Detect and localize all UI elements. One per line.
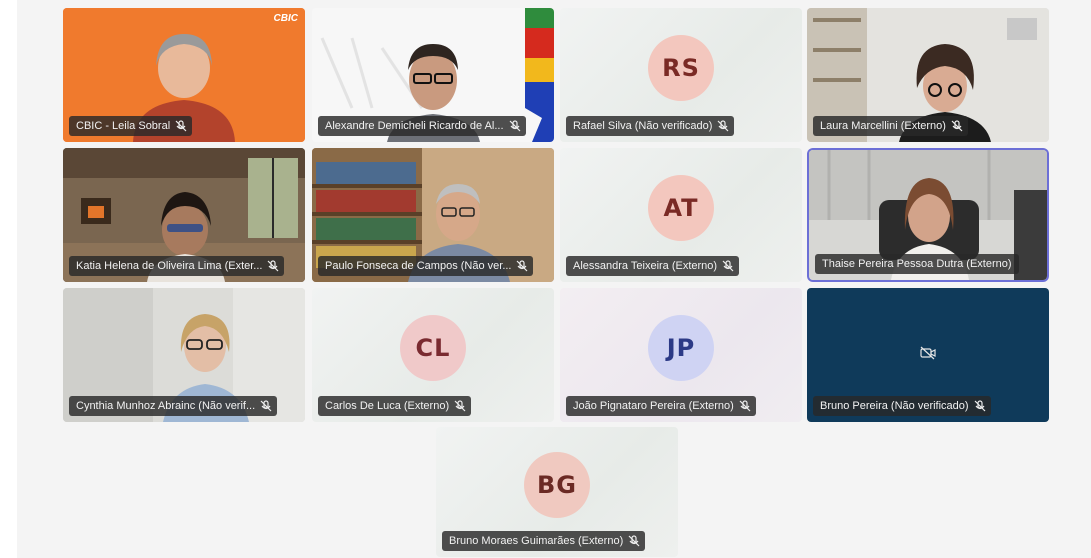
participant-tile[interactable]: Paulo Fonseca de Campos (Não ver... bbox=[312, 148, 554, 282]
mic-muted-icon bbox=[175, 120, 187, 132]
participant-name: Laura Marcellini (Externo) bbox=[813, 116, 968, 136]
mic-muted-icon bbox=[268, 260, 279, 272]
avatar: RS bbox=[648, 35, 714, 101]
participant-name: CBIC - Leila Sobral bbox=[69, 116, 193, 136]
participant-tile[interactable]: Alexandre Demicheli Ricardo de Al... bbox=[312, 8, 554, 142]
mic-muted-icon bbox=[517, 260, 528, 272]
participant-name: Paulo Fonseca de Campos (Não ver... bbox=[318, 256, 534, 276]
video-gallery: CBIC CBIC - Leila Sobral Alexandre Demic… bbox=[17, 0, 1091, 558]
participant-tile[interactable]: Bruno Pereira (Não verificado) bbox=[807, 288, 1049, 422]
participant-name: Carlos De Luca (Externo) bbox=[318, 396, 472, 416]
participant-name: Katia Helena de Oliveira Lima (Exter... bbox=[69, 256, 285, 276]
avatar: CL bbox=[400, 315, 466, 381]
participant-tile[interactable]: RS Rafael Silva (Não verificado) bbox=[560, 8, 802, 142]
participant-name: Thaise Pereira Pessoa Dutra (Externo) bbox=[815, 254, 1019, 274]
participant-tile[interactable]: Katia Helena de Oliveira Lima (Exter... bbox=[63, 148, 305, 282]
mic-muted-icon bbox=[722, 260, 734, 272]
participant-tile-active-speaker[interactable]: Thaise Pereira Pessoa Dutra (Externo) bbox=[809, 150, 1047, 280]
mic-muted-icon bbox=[509, 120, 520, 132]
participant-tile[interactable]: CBIC CBIC - Leila Sobral bbox=[63, 8, 305, 142]
mic-muted-icon bbox=[628, 535, 640, 547]
mic-muted-icon bbox=[739, 400, 751, 412]
avatar: JP bbox=[648, 315, 714, 381]
participant-name: Alexandre Demicheli Ricardo de Al... bbox=[318, 116, 526, 136]
avatar: AT bbox=[648, 175, 714, 241]
mic-muted-icon bbox=[454, 400, 466, 412]
avatar: BG bbox=[524, 452, 590, 518]
participant-tile[interactable]: CL Carlos De Luca (Externo) bbox=[312, 288, 554, 422]
mic-muted-icon bbox=[717, 120, 729, 132]
mic-muted-icon bbox=[260, 400, 272, 412]
participant-name: Alessandra Teixeira (Externo) bbox=[566, 256, 740, 276]
participant-tile[interactable]: BG Bruno Moraes Guimarães (Externo) bbox=[436, 427, 678, 557]
org-logo-label: CBIC bbox=[273, 13, 298, 24]
participant-tile[interactable]: AT Alessandra Teixeira (Externo) bbox=[560, 148, 802, 282]
participant-name: Bruno Pereira (Não verificado) bbox=[813, 396, 991, 416]
participant-name: Bruno Moraes Guimarães (Externo) bbox=[442, 531, 646, 551]
video-off-icon bbox=[920, 346, 936, 360]
participant-tile[interactable]: Laura Marcellini (Externo) bbox=[807, 8, 1049, 142]
participant-tile[interactable]: JP João Pignataro Pereira (Externo) bbox=[560, 288, 802, 422]
participant-tile[interactable]: Cynthia Munhoz Abrainc (Não verif... bbox=[63, 288, 305, 422]
participant-name: Cynthia Munhoz Abrainc (Não verif... bbox=[69, 396, 278, 416]
mic-muted-icon bbox=[951, 120, 963, 132]
mic-muted-icon bbox=[974, 400, 986, 412]
participant-name: João Pignataro Pereira (Externo) bbox=[566, 396, 756, 416]
participant-name: Rafael Silva (Não verificado) bbox=[566, 116, 735, 136]
